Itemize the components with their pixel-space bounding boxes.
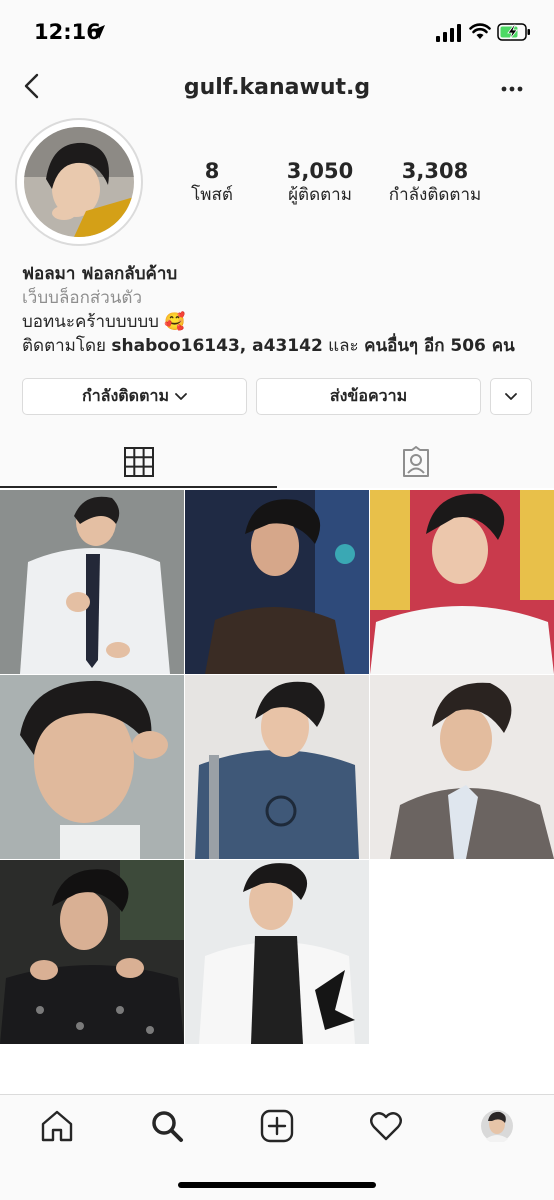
posts-label: โพสต์ [191,185,233,205]
grid-photo[interactable] [370,490,554,674]
bio-text: บอทนะคร้าบบบบบ 🥰 [22,312,186,332]
profile-username: gulf.kanawut.g [183,75,371,100]
following-label: กำลังติดตาม [388,185,482,205]
profile-avatar-icon[interactable] [480,1109,514,1143]
posts-count: 8 [204,159,220,183]
stat-posts[interactable]: 8 โพสต์ [178,158,246,206]
home-indicator [178,1182,376,1188]
following-button[interactable]: กำลังติดตาม [22,378,247,415]
followers-label: ผู้ติดตาม [288,185,352,205]
active-tab-indicator [0,486,277,488]
chevron-down-icon [175,392,187,400]
grid-icon [123,447,154,477]
followed-by-others[interactable]: คนอื่นๆ อีก 506 คน [364,336,515,356]
tab-tagged[interactable] [277,436,554,488]
grid-photo[interactable] [185,675,369,859]
followed-by-middle: และ [322,336,365,356]
wifi-icon [469,23,491,39]
followers-count: 3,050 [286,159,354,183]
grid-photo[interactable] [0,860,184,1044]
stat-following[interactable]: 3,308 กำลังติดตาม [372,158,498,206]
grid-photo[interactable] [0,490,184,674]
followed-by-prefix: ติดตามโดย [22,336,112,356]
followed-by[interactable]: ติดตามโดย shaboo16143, a43142 และ คนอื่น… [22,334,542,358]
search-icon[interactable] [150,1109,184,1143]
home-icon[interactable] [40,1109,74,1143]
following-count: 3,308 [401,159,469,183]
tab-grid[interactable] [0,436,277,488]
following-button-label: กำลังติดตาม [82,386,169,405]
more-dots-icon[interactable] [500,84,524,94]
message-button[interactable]: ส่งข้อความ [256,378,481,415]
battery-charging-icon [497,23,530,41]
activity-heart-icon[interactable] [369,1109,403,1143]
stat-followers[interactable]: 3,050 ผู้ติดตาม [276,158,364,206]
profile-category: เว็บบล็อกส่วนตัว [22,288,142,308]
grid-photo[interactable] [185,860,369,1044]
new-post-icon[interactable] [260,1109,294,1143]
suggested-accounts-button[interactable] [490,378,532,415]
profile-avatar[interactable] [24,127,134,237]
followed-by-accounts[interactable]: shaboo16143, a43142 [111,336,322,356]
grid-photo[interactable] [370,675,554,859]
location-arrow-icon [91,25,105,39]
message-button-label: ส่งข้อความ [329,386,408,405]
tagged-person-icon [402,446,429,477]
signal-icon [436,24,461,42]
status-bar: 12:16 [0,0,554,64]
profile-display-name: ฟอลมา ฟอลกลับค้าบ [22,264,178,284]
grid-photo[interactable] [185,490,369,674]
grid-photo[interactable] [0,675,184,859]
chevron-down-icon [505,392,517,400]
profile-bio: ฟอลมา ฟอลกลับค้าบ เว็บบล็อกส่วนตัว บอทนะ… [22,262,542,358]
